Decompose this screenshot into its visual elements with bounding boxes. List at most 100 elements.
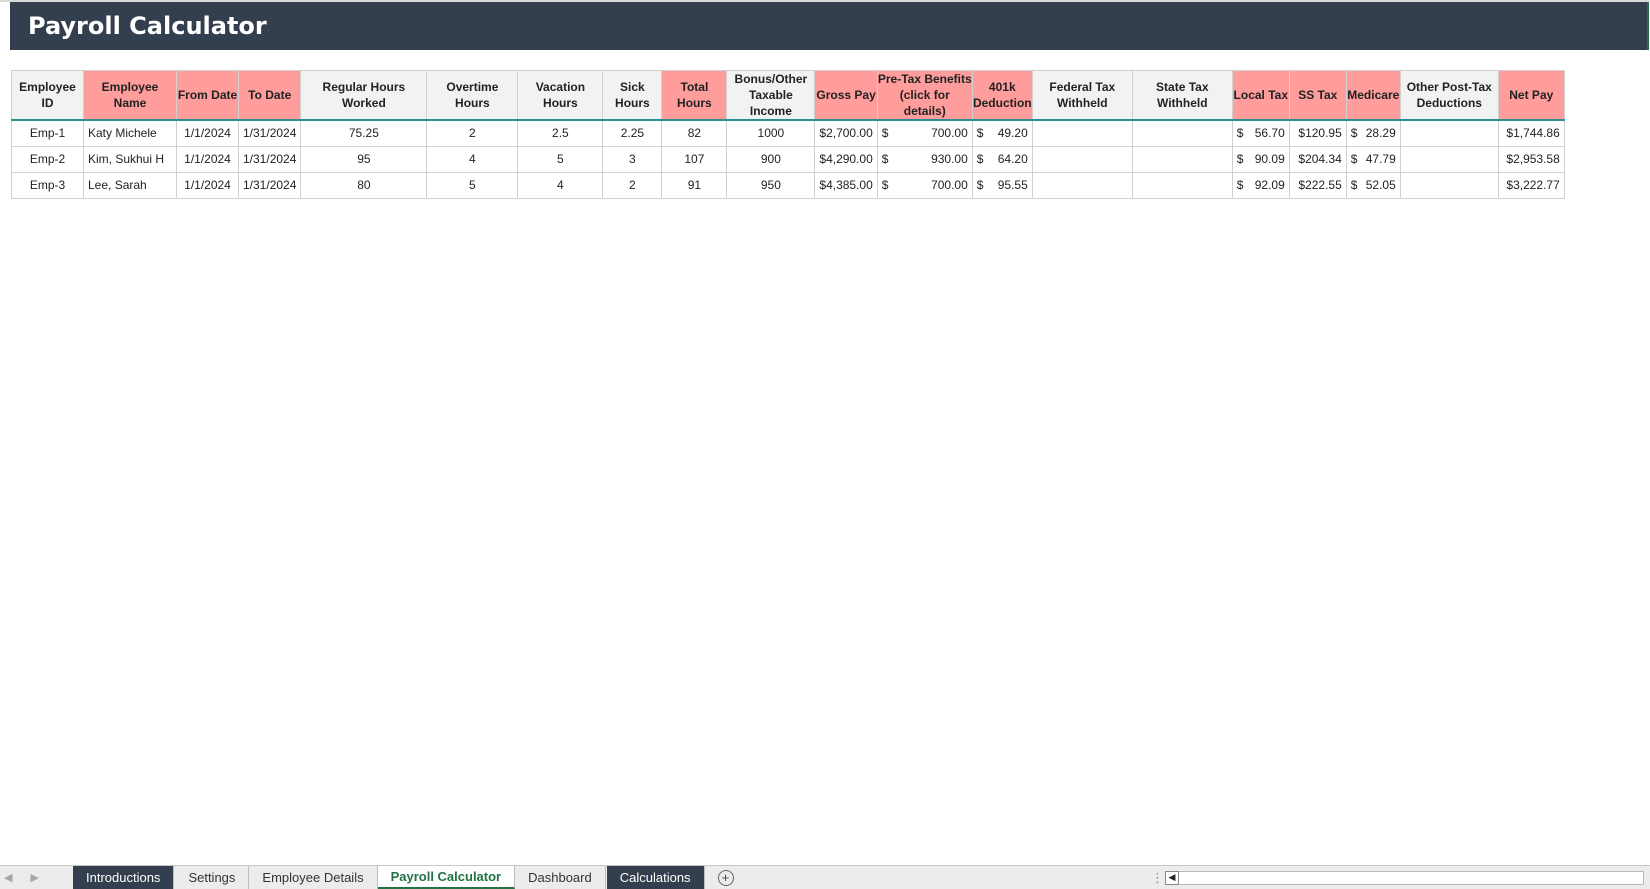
cell-to-date[interactable]: 1/31/2024 [237, 145, 302, 173]
cell-sick-hours[interactable]: 3 [602, 145, 663, 173]
header-employee-id[interactable]: Employee ID [11, 70, 84, 121]
cell-state-tax-withheld[interactable] [1131, 145, 1233, 173]
header-sick-hours[interactable]: Sick Hours [602, 70, 663, 121]
sheet-tab-introductions[interactable]: Introductions [73, 866, 175, 889]
cell-from-date[interactable]: 1/1/2024 [176, 145, 239, 173]
cell-employee-id[interactable]: Emp-1 [11, 119, 84, 147]
header-401k-deduction[interactable]: 401k Deduction [971, 70, 1033, 121]
cell-ss-tax[interactable]: $120.95 [1288, 119, 1347, 147]
currency-symbol: $ [976, 126, 984, 141]
sheet-tab-settings[interactable]: Settings [175, 866, 250, 889]
header-overtime-hours[interactable]: Overtime Hours [426, 70, 519, 121]
cell-from-date[interactable]: 1/1/2024 [176, 171, 239, 199]
header-other-post-tax-deductions[interactable]: Other Post-Tax Deductions [1399, 70, 1499, 121]
cell-federal-tax-withheld[interactable] [1031, 119, 1133, 147]
page-title: Payroll Calculator [10, 2, 1650, 50]
cell-vacation-hours[interactable]: 2.5 [517, 119, 604, 147]
cell-vacation-hours[interactable]: 4 [517, 171, 604, 199]
cell-gross-pay[interactable]: $4,290.00 [814, 145, 878, 173]
cell-overtime-hours[interactable]: 2 [426, 119, 519, 147]
header-total-hours[interactable]: Total Hours [661, 70, 728, 121]
sheet-tab-payroll-calculator[interactable]: Payroll Calculator [377, 866, 516, 889]
cell-net-pay[interactable]: $2,953.58 [1497, 145, 1565, 173]
cell-value: 700.00 [931, 178, 968, 192]
cell-gross-pay[interactable]: $2,700.00 [814, 119, 878, 147]
cell-state-tax-withheld[interactable] [1131, 119, 1233, 147]
cell-local-tax[interactable]: $92.09 [1231, 171, 1290, 199]
cell-bonus-other-taxable-income[interactable]: 1000 [726, 119, 816, 147]
cell-other-post-tax-deductions[interactable] [1399, 119, 1499, 147]
cell-employee-id[interactable]: Emp-2 [11, 145, 84, 173]
cell-regular-hours-worked[interactable]: 80 [300, 171, 428, 199]
header-from-date[interactable]: From Date [176, 70, 239, 121]
cell-federal-tax-withheld[interactable] [1031, 171, 1133, 199]
cell-from-date[interactable]: 1/1/2024 [176, 119, 239, 147]
cell-net-pay[interactable]: $3,222.77 [1497, 171, 1565, 199]
header-ss-tax[interactable]: SS Tax [1288, 70, 1347, 121]
cell-pre-tax-benefits-click-for-details[interactable]: $930.00 [876, 145, 973, 173]
cell-local-tax[interactable]: $90.09 [1231, 145, 1290, 173]
header-net-pay[interactable]: Net Pay [1497, 70, 1565, 121]
cell-pre-tax-benefits-click-for-details[interactable]: $700.00 [876, 171, 973, 199]
table-row: Emp-2 Kim, Sukhui H 1/1/2024 1/31/2024 95 4 5 3… [11, 145, 1565, 173]
currency-symbol: $ [1350, 126, 1358, 141]
prev-sheet-icon[interactable]: ◀ [4, 871, 12, 884]
cell-gross-pay[interactable]: $4,385.00 [814, 171, 878, 199]
cell-total-hours[interactable]: 82 [661, 119, 728, 147]
cell-sick-hours[interactable]: 2 [602, 171, 663, 199]
header-employee-name[interactable]: Employee Name [83, 70, 177, 121]
cell-net-pay[interactable]: $1,744.86 [1497, 119, 1565, 147]
cell-to-date[interactable]: 1/31/2024 [237, 171, 302, 199]
header-vacation-hours[interactable]: Vacation Hours [517, 70, 604, 121]
cell-other-post-tax-deductions[interactable] [1399, 145, 1499, 173]
add-sheet-button[interactable]: + [706, 866, 746, 889]
cell-local-tax[interactable]: $56.70 [1231, 119, 1290, 147]
cell-medicare[interactable]: $28.29 [1345, 119, 1401, 147]
scroll-left-icon[interactable]: ◀ [1165, 870, 1179, 885]
cell-to-date[interactable]: 1/31/2024 [237, 119, 302, 147]
sheet-tab-calculations[interactable]: Calculations [606, 866, 705, 889]
header-local-tax[interactable]: Local Tax [1231, 70, 1290, 121]
header-federal-tax-withheld[interactable]: Federal Tax Withheld [1031, 70, 1133, 121]
header-state-tax-withheld[interactable]: State Tax Withheld [1131, 70, 1233, 121]
header-regular-hours-worked[interactable]: Regular Hours Worked [300, 70, 428, 121]
cell-value: 700.00 [931, 126, 968, 141]
cell-401k-deduction[interactable]: $64.20 [971, 145, 1033, 173]
header-medicare[interactable]: Medicare [1345, 70, 1401, 121]
cell-ss-tax[interactable]: $222.55 [1288, 171, 1347, 199]
cell-total-hours[interactable]: 91 [661, 171, 728, 199]
cell-value: 49.20 [997, 126, 1028, 141]
cell-ss-tax[interactable]: $204.34 [1288, 145, 1347, 173]
header-pre-tax-benefits-click-for-details[interactable]: Pre-Tax Benefits (click for details) [876, 70, 973, 121]
scroll-track[interactable] [1179, 870, 1644, 885]
cell-federal-tax-withheld[interactable] [1031, 145, 1133, 173]
cell-medicare[interactable]: $52.05 [1345, 171, 1401, 199]
cell-regular-hours-worked[interactable]: 95 [300, 145, 428, 173]
cell-vacation-hours[interactable]: 5 [517, 145, 604, 173]
cell-pre-tax-benefits-click-for-details[interactable]: $700.00 [876, 119, 973, 147]
cell-employee-name[interactable]: Kim, Sukhui H [83, 145, 177, 173]
cell-regular-hours-worked[interactable]: 75.25 [300, 119, 428, 147]
cell-employee-name[interactable]: Katy Michele [83, 119, 177, 147]
header-gross-pay[interactable]: Gross Pay [814, 70, 878, 121]
cell-medicare[interactable]: $47.79 [1345, 145, 1401, 173]
header-to-date[interactable]: To Date [237, 70, 302, 121]
sheet-tab-employee-details[interactable]: Employee Details [249, 866, 378, 889]
cell-other-post-tax-deductions[interactable] [1399, 171, 1499, 199]
cell-total-hours[interactable]: 107 [661, 145, 728, 173]
sheet-tab-dashboard[interactable]: Dashboard [515, 866, 606, 889]
cell-state-tax-withheld[interactable] [1131, 171, 1233, 199]
cell-bonus-other-taxable-income[interactable]: 950 [726, 171, 816, 199]
cell-employee-id[interactable]: Emp-3 [11, 171, 84, 199]
more-options-icon[interactable]: ⋮ [1151, 866, 1165, 889]
next-sheet-icon[interactable]: ▶ [30, 871, 38, 884]
horizontal-scrollbar[interactable]: ◀ [1165, 866, 1650, 889]
cell-401k-deduction[interactable]: $49.20 [971, 119, 1033, 147]
cell-overtime-hours[interactable]: 4 [426, 145, 519, 173]
cell-bonus-other-taxable-income[interactable]: 900 [726, 145, 816, 173]
cell-sick-hours[interactable]: 2.25 [602, 119, 663, 147]
cell-401k-deduction[interactable]: $95.55 [971, 171, 1033, 199]
header-bonus-other-taxable-income[interactable]: Bonus/Other Taxable Income [726, 70, 816, 121]
cell-employee-name[interactable]: Lee, Sarah [83, 171, 177, 199]
cell-overtime-hours[interactable]: 5 [426, 171, 519, 199]
